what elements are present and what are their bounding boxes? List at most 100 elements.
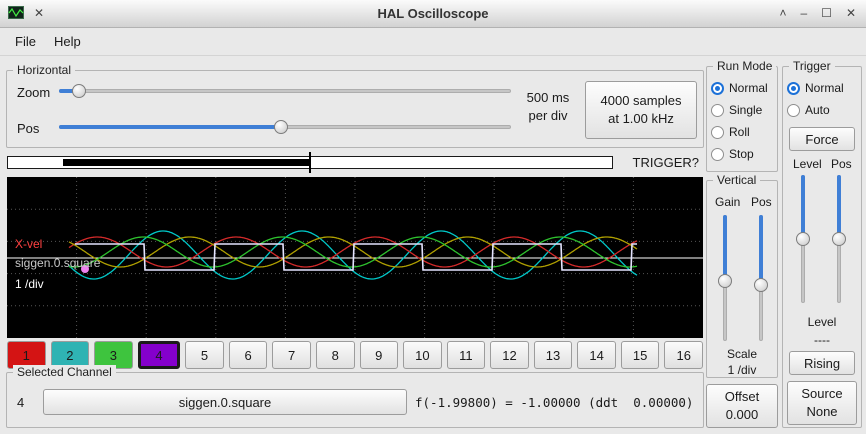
radio-icon xyxy=(787,104,800,117)
run-mode-normal[interactable]: Normal xyxy=(711,79,768,97)
channel-button-14[interactable]: 14 xyxy=(577,341,616,369)
trigger-level-handle[interactable] xyxy=(796,232,810,246)
record-bar-row: TRIGGER? xyxy=(7,152,703,174)
trigger-level-slider[interactable] xyxy=(795,175,811,303)
channel-value-readout: f(-1.99800) = -1.00000 (ddt 0.00000) xyxy=(415,395,693,410)
trigger-source-label: Source xyxy=(801,385,842,403)
run-mode-roll[interactable]: Roll xyxy=(711,123,750,141)
shade-icon[interactable]: ˄ xyxy=(779,5,786,21)
run-mode-stop-label: Stop xyxy=(729,147,754,161)
radio-checked-icon xyxy=(787,82,800,95)
trigger-status-label: TRIGGER? xyxy=(633,155,699,170)
radio-icon xyxy=(711,104,724,117)
run-mode-group-label: Run Mode xyxy=(713,59,776,73)
trigger-pos-column-label: Pos xyxy=(831,157,852,171)
close-icon[interactable]: ✕ xyxy=(846,5,856,21)
zoom-slider-handle[interactable] xyxy=(72,84,86,98)
channel-button-12[interactable]: 12 xyxy=(490,341,529,369)
titlebar[interactable]: ✕ HAL Oscilloscope ˄ – ☐ ✕ xyxy=(0,0,866,28)
selected-channel-name-button[interactable]: siggen.0.square xyxy=(43,389,407,415)
menu-help[interactable]: Help xyxy=(45,30,90,53)
vertical-scale-value: 1 /div xyxy=(707,363,777,377)
channel-button-15[interactable]: 15 xyxy=(621,341,660,369)
vertical-group-label: Vertical xyxy=(713,173,760,187)
trigger-level-caption: Level xyxy=(783,315,861,329)
time-per-div-value: 500 ms xyxy=(515,89,581,107)
menubar: File Help xyxy=(0,28,866,56)
vertical-gain-slider[interactable] xyxy=(717,215,733,341)
trigger-pos-handle[interactable] xyxy=(832,232,846,246)
channel-button-6[interactable]: 6 xyxy=(229,341,268,369)
minimize-icon[interactable]: – xyxy=(800,5,807,21)
pos-label: Pos xyxy=(17,121,39,136)
waveform-canvas xyxy=(7,177,703,338)
hal-oscilloscope-window: ✕ HAL Oscilloscope ˄ – ☐ ✕ File Help Hor… xyxy=(0,0,866,434)
trigger-pos-slider[interactable] xyxy=(831,175,847,303)
pos-slider-handle[interactable] xyxy=(274,120,288,134)
horizontal-group: Horizontal Zoom 500 ms per div 4000 samp… xyxy=(6,70,704,148)
channel-4-name-label: siggen.0.square xyxy=(15,256,100,270)
channel-button-4[interactable]: 4 xyxy=(138,341,181,369)
samples-count: 4000 samples xyxy=(601,92,682,110)
trigger-level-column-label: Level xyxy=(793,157,822,171)
run-mode-single[interactable]: Single xyxy=(711,101,762,119)
channel-button-8[interactable]: 8 xyxy=(316,341,355,369)
trigger-source-button[interactable]: Source None xyxy=(787,381,857,425)
scale-per-div-label: 1 /div xyxy=(15,277,44,291)
time-per-div-unit: per div xyxy=(515,107,581,125)
trigger-normal[interactable]: Normal xyxy=(787,79,844,97)
channel-button-9[interactable]: 9 xyxy=(360,341,399,369)
run-mode-single-label: Single xyxy=(729,103,762,117)
maximize-icon[interactable]: ☐ xyxy=(821,5,832,21)
pos-slider[interactable] xyxy=(59,118,511,136)
vertical-scale-caption: Scale xyxy=(707,347,777,361)
selected-channel-number: 4 xyxy=(17,395,24,410)
offset-value: 0.000 xyxy=(726,406,759,424)
channel-1-name-label: X-vel xyxy=(15,237,42,251)
trigger-source-value: None xyxy=(806,403,837,421)
trigger-group-label: Trigger xyxy=(789,59,835,73)
channel-button-10[interactable]: 10 xyxy=(403,341,442,369)
samples-rate: at 1.00 kHz xyxy=(608,110,674,128)
run-mode-group: Run Mode Normal Single Roll Stop xyxy=(706,66,778,172)
time-per-div-readout: 500 ms per div xyxy=(515,89,581,125)
offset-button[interactable]: Offset 0.000 xyxy=(706,384,778,428)
trigger-level-fill xyxy=(801,175,805,239)
channel-button-11[interactable]: 11 xyxy=(447,341,486,369)
trigger-group: Trigger Normal Auto Force Level Pos Leve… xyxy=(782,66,862,428)
samples-button[interactable]: 4000 samples at 1.00 kHz xyxy=(585,81,697,139)
scope-display[interactable]: X-vel siggen.0.square 1 /div xyxy=(7,177,703,338)
channel-button-7[interactable]: 7 xyxy=(272,341,311,369)
vertical-gain-column-label: Gain xyxy=(715,195,740,209)
horizontal-group-label: Horizontal xyxy=(13,63,75,77)
selected-channel-group: Selected Channel 4 siggen.0.square f(-1.… xyxy=(6,372,704,428)
channel-button-5[interactable]: 5 xyxy=(185,341,224,369)
vertical-pos-handle[interactable] xyxy=(754,278,768,292)
window-title: HAL Oscilloscope xyxy=(0,6,866,21)
vertical-pos-fill xyxy=(759,215,763,285)
vertical-gain-handle[interactable] xyxy=(718,274,732,288)
trigger-pos-fill xyxy=(837,175,841,239)
run-mode-stop[interactable]: Stop xyxy=(711,145,754,163)
vertical-pos-slider[interactable] xyxy=(753,215,769,341)
trigger-auto-label: Auto xyxy=(805,103,830,117)
zoom-slider[interactable] xyxy=(59,82,511,100)
menu-file[interactable]: File xyxy=(6,30,45,53)
vertical-gain-fill xyxy=(723,215,727,281)
trigger-auto[interactable]: Auto xyxy=(787,101,830,119)
trigger-edge-button[interactable]: Rising xyxy=(789,351,855,375)
run-mode-roll-label: Roll xyxy=(729,125,750,139)
zoom-label: Zoom xyxy=(17,85,50,100)
radio-icon xyxy=(711,126,724,139)
pos-slider-fill xyxy=(59,125,281,129)
radio-checked-icon xyxy=(711,82,724,95)
channel-button-16[interactable]: 16 xyxy=(664,341,703,369)
offset-label: Offset xyxy=(725,388,759,406)
selected-channel-group-label: Selected Channel xyxy=(13,365,116,379)
vertical-pos-column-label: Pos xyxy=(751,195,772,209)
trigger-normal-label: Normal xyxy=(805,81,844,95)
zoom-slider-groove[interactable] xyxy=(59,89,511,93)
force-button[interactable]: Force xyxy=(789,127,855,151)
channel-button-13[interactable]: 13 xyxy=(534,341,573,369)
trigger-position-marker[interactable] xyxy=(309,152,311,173)
